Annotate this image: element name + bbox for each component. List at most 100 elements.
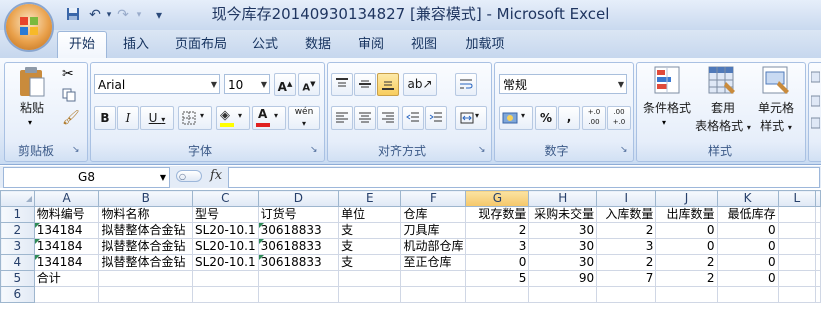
align-middle-button[interactable] — [354, 73, 376, 96]
cell-b3[interactable]: 拟替整体合金钻 — [98, 238, 193, 255]
cell-e2[interactable]: 支 — [338, 222, 402, 239]
office-button[interactable] — [6, 4, 52, 50]
row-header[interactable]: 3 — [0, 238, 35, 255]
cell-styles-button[interactable]: 单元格 样式 ▾ — [750, 64, 802, 140]
cell-c3[interactable]: SL20-10.1 — [191, 238, 259, 255]
cut-icon[interactable]: ✂ — [62, 66, 74, 82]
increase-indent-button[interactable] — [425, 106, 447, 130]
shrink-font-button[interactable]: A▼ — [298, 73, 320, 96]
cell-l3[interactable] — [777, 238, 817, 255]
cell-g1[interactable]: 现存数量 — [465, 206, 530, 223]
cell-i1[interactable]: 入库数量 — [596, 206, 657, 223]
fill-color-button[interactable]: ◈ ▾ — [216, 106, 250, 130]
tab-addins[interactable]: 加载项 — [458, 34, 512, 56]
cell-l2[interactable] — [777, 222, 817, 239]
select-all-corner[interactable] — [0, 190, 35, 207]
cell-overflow[interactable] — [815, 270, 821, 287]
cell-e1[interactable]: 单位 — [338, 206, 402, 223]
cell-g5[interactable]: 5 — [465, 270, 530, 287]
row-header[interactable]: 6 — [0, 286, 35, 303]
cell-d1[interactable]: 订货号 — [257, 206, 340, 223]
cell-b2[interactable]: 拟替整体合金钻 — [98, 222, 193, 239]
cell-b4[interactable]: 拟替整体合金钻 — [98, 254, 193, 271]
tab-home[interactable]: 开始 — [57, 31, 107, 60]
tab-formulas[interactable]: 公式 — [247, 34, 283, 56]
cell-j4[interactable]: 2 — [655, 254, 718, 271]
cell-e6[interactable] — [338, 286, 402, 303]
cell-j5[interactable]: 2 — [655, 270, 718, 287]
cell-c5[interactable] — [191, 270, 259, 287]
comma-button[interactable]: , — [558, 106, 580, 130]
cell-a5[interactable]: 合计 — [33, 270, 100, 287]
align-center-button[interactable] — [354, 106, 376, 130]
cell-k4[interactable]: 0 — [716, 254, 779, 271]
align-right-button[interactable] — [377, 106, 399, 130]
cell-j1[interactable]: 出库数量 — [655, 206, 718, 223]
underline-button[interactable]: U ▾ — [140, 106, 174, 130]
column-header-b[interactable]: B — [98, 190, 193, 207]
column-header-i[interactable]: I — [596, 190, 657, 207]
font-family-combo[interactable]: Arial ▼ — [94, 74, 220, 94]
cell-c4[interactable]: SL20-10.1 — [191, 254, 259, 271]
phonetic-button[interactable]: wén ▾ — [288, 106, 320, 130]
cell-f6[interactable] — [400, 286, 467, 303]
format-as-table-button[interactable]: 套用 表格格式 ▾ — [695, 64, 751, 140]
italic-button[interactable]: I — [117, 106, 139, 130]
cell-e5[interactable] — [338, 270, 402, 287]
cell-d6[interactable] — [257, 286, 340, 303]
cell-d4[interactable]: 30618833 — [257, 254, 340, 271]
cell-k5[interactable]: 0 — [716, 270, 779, 287]
column-header-h[interactable]: H — [528, 190, 598, 207]
tab-insert[interactable]: 插入 — [115, 34, 157, 56]
cell-overflow[interactable] — [815, 222, 821, 239]
cell-f2[interactable]: 刀具库 — [400, 222, 467, 239]
copy-icon[interactable] — [62, 88, 76, 105]
bold-button[interactable]: B — [94, 106, 116, 130]
name-box[interactable]: G8 ▼ — [3, 167, 170, 188]
cell-l6[interactable] — [777, 286, 817, 303]
cell-l5[interactable] — [777, 270, 817, 287]
worksheet-grid[interactable]: A B C D E F G H I J K L 1 物料编号 物料名称 型号 订货号 单位 仓库 现存数量 采购未交量入… — [0, 190, 821, 303]
font-size-combo[interactable]: 10 ▼ — [224, 74, 270, 94]
cell-b1[interactable]: 物料名称 — [98, 206, 193, 223]
column-header-a[interactable]: A — [33, 190, 100, 207]
redo-dropdown-icon[interactable]: ▾ — [130, 7, 148, 23]
cell-f1[interactable]: 仓库 — [400, 206, 467, 223]
cell-a4[interactable]: 134184 — [33, 254, 100, 271]
cell-i6[interactable] — [596, 286, 657, 303]
cell-k1[interactable]: 最低库存 — [716, 206, 779, 223]
cell-d2[interactable]: 30618833 — [257, 222, 340, 239]
alignment-launcher-icon[interactable]: ↘ — [478, 145, 486, 155]
increase-decimal-button[interactable]: +.0 .00 — [582, 106, 606, 130]
format-painter-icon[interactable]: 🖌 — [62, 110, 80, 126]
cell-overflow[interactable] — [815, 254, 821, 271]
column-header-j[interactable]: J — [655, 190, 718, 207]
cell-g3[interactable]: 3 — [465, 238, 530, 255]
decrease-decimal-button[interactable]: .00 +.0 — [607, 106, 631, 130]
formula-input[interactable] — [228, 167, 820, 188]
column-header-d[interactable]: D — [257, 190, 340, 207]
cell-overflow[interactable] — [815, 238, 821, 255]
cell-c1[interactable]: 型号 — [191, 206, 259, 223]
cell-j6[interactable] — [655, 286, 718, 303]
tab-data[interactable]: 数据 — [299, 34, 337, 56]
cell-h2[interactable]: 30 — [528, 222, 598, 239]
accounting-format-button[interactable]: ▾ — [499, 106, 533, 130]
cell-e3[interactable]: 支 — [338, 238, 402, 255]
cell-c6[interactable] — [191, 286, 259, 303]
cell-d3[interactable]: 30618833 — [257, 238, 340, 255]
cell-i4[interactable]: 2 — [596, 254, 657, 271]
customize-quick-access-icon[interactable]: ▾ — [150, 7, 168, 23]
percent-button[interactable]: % — [535, 106, 557, 130]
column-header-l[interactable]: L — [777, 190, 817, 207]
cell-j2[interactable]: 0 — [655, 222, 718, 239]
align-bottom-button[interactable] — [377, 73, 399, 96]
formula-bar-resize-handle[interactable]: ○ — [176, 170, 202, 182]
font-color-button[interactable]: A ▾ — [252, 106, 286, 130]
cell-i5[interactable]: 7 — [596, 270, 657, 287]
cell-i2[interactable]: 2 — [596, 222, 657, 239]
align-left-button[interactable] — [331, 106, 353, 130]
column-header-c[interactable]: C — [191, 190, 259, 207]
wrap-text-button[interactable] — [455, 73, 477, 96]
cell-g4[interactable]: 0 — [465, 254, 530, 271]
